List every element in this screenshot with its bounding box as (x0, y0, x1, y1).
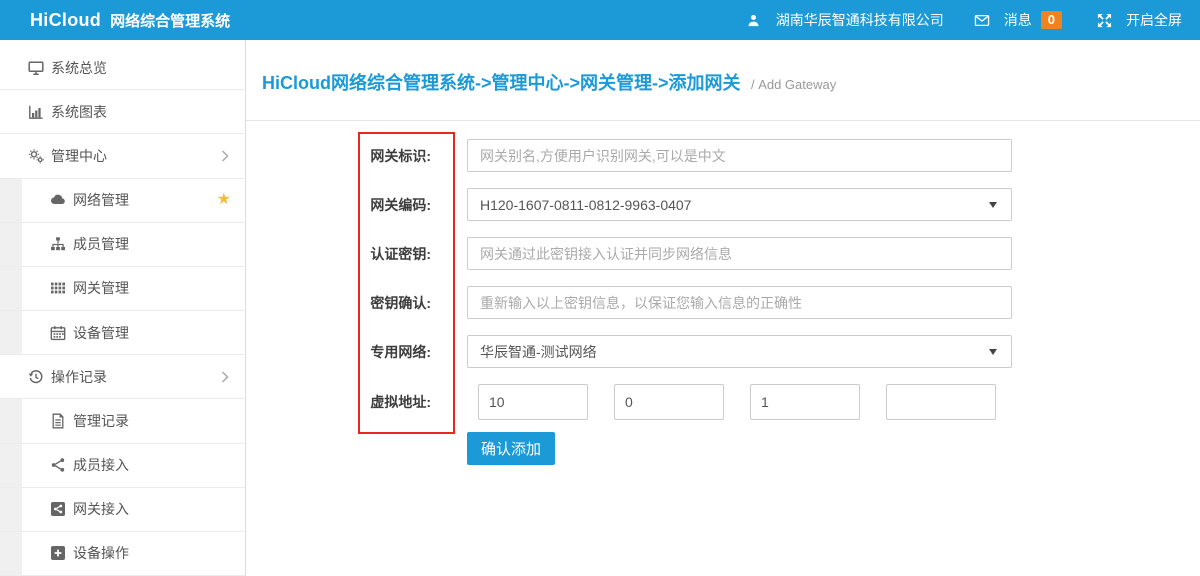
share-icon (50, 457, 66, 473)
private-network-select[interactable]: 华辰智通-测试网络 (467, 335, 1012, 368)
sidebar-item-operation-log[interactable]: 操作记录 (0, 355, 245, 399)
key-confirm-label: 密钥确认: (246, 293, 467, 313)
sidebar-item-system-charts[interactable]: 系统图表 (0, 90, 245, 134)
desktop-icon (28, 60, 44, 76)
share-square-icon (50, 501, 66, 517)
file-icon (50, 413, 66, 429)
breadcrumb: HiCloud网络综合管理系统->管理中心->网关管理->添加网关 / Add … (262, 69, 836, 95)
company-menu[interactable]: 湖南华辰智通科技有限公司 (746, 10, 944, 30)
sidebar-item-admin-center[interactable]: 管理中心 (0, 134, 245, 178)
gears-icon (28, 148, 44, 164)
messages-menu[interactable]: 消息 0 (974, 10, 1062, 30)
sidebar-item-system-overview[interactable]: 系统总览 (0, 46, 245, 90)
history-icon (28, 369, 44, 385)
sidebar-item-device-mgmt[interactable]: 设备管理 (0, 311, 245, 355)
sidebar-item-device-operation[interactable]: 设备操作 (0, 532, 245, 576)
virtual-address-label: 虚拟地址: (246, 392, 467, 412)
auth-key-field[interactable] (467, 237, 1012, 270)
bar-chart-icon (28, 104, 44, 120)
form-row: 认证密钥: (246, 237, 1200, 270)
form-row: 密钥确认: (246, 286, 1200, 319)
sidebar-item-gateway-access[interactable]: 网关接入 (0, 488, 245, 532)
gateway-name-label: 网关标识: (246, 146, 467, 166)
gateway-name-field[interactable] (467, 139, 1012, 172)
gateway-code-value: H120-1607-0811-0812-9963-0407 (480, 197, 691, 213)
form-row: 专用网络: 华辰智通-测试网络 (246, 335, 1200, 368)
grid-icon (50, 280, 66, 296)
private-network-label: 专用网络: (246, 342, 467, 362)
sidebar-item-gateway-mgmt[interactable]: 网关管理 (0, 267, 245, 311)
sidebar: 系统总览 系统图表 管理中心 (0, 40, 246, 576)
header-divider (246, 120, 1200, 121)
topbar: HiCloud 网络综合管理系统 湖南华辰智通科技有限公司 消息 0 开启全屏 (0, 0, 1200, 40)
form-row: 虚拟地址: (246, 384, 1200, 420)
calendar-icon (50, 325, 66, 341)
chevron-right-icon (221, 150, 229, 162)
company-name: 湖南华辰智通科技有限公司 (776, 10, 944, 30)
vip-octet-1[interactable] (478, 384, 588, 420)
chevron-right-icon (221, 371, 229, 383)
envelope-icon (974, 12, 990, 28)
confirm-add-button[interactable]: 确认添加 (467, 432, 555, 465)
fullscreen-label: 开启全屏 (1126, 10, 1182, 30)
brand-logo: HiCloud (30, 10, 101, 31)
messages-label: 消息 (1004, 10, 1032, 30)
vip-octet-4[interactable] (886, 384, 996, 420)
auth-key-label: 认证密钥: (246, 244, 467, 264)
vip-octet-3[interactable] (750, 384, 860, 420)
key-confirm-field[interactable] (467, 286, 1012, 319)
breadcrumb-path: HiCloud网络综合管理系统->管理中心->网关管理->添加网关 (262, 73, 741, 93)
user-icon (746, 12, 762, 28)
plus-square-icon (50, 545, 66, 561)
form-row: 网关编码: H120-1607-0811-0812-9963-0407 (246, 188, 1200, 221)
sidebar-item-admin-log[interactable]: 管理记录 (0, 399, 245, 443)
form-row: 网关标识: (246, 139, 1200, 172)
form-actions: 确认添加 (246, 432, 1200, 465)
sidebar-item-network-mgmt[interactable]: 网络管理 ★ (0, 179, 245, 223)
product-title: 网络综合管理系统 (110, 10, 230, 31)
sitemap-icon (50, 236, 66, 252)
main-content: HiCloud网络综合管理系统->管理中心->网关管理->添加网关 / Add … (246, 40, 1200, 576)
topbar-right: 湖南华辰智通科技有限公司 消息 0 开启全屏 (746, 10, 1182, 30)
gateway-code-select[interactable]: H120-1607-0811-0812-9963-0407 (467, 188, 1012, 221)
caret-down-icon (989, 202, 997, 208)
cloud-icon (50, 192, 66, 208)
vip-octet-2[interactable] (614, 384, 724, 420)
add-gateway-form: 网关标识: 网关编码: H120-1607-0811-0812-9963-040… (246, 139, 1200, 465)
private-network-value: 华辰智通-测试网络 (480, 342, 597, 362)
messages-count-badge: 0 (1041, 11, 1062, 29)
star-icon: ★ (217, 192, 231, 208)
gateway-code-label: 网关编码: (246, 195, 467, 215)
caret-down-icon (989, 349, 997, 355)
sidebar-item-member-access[interactable]: 成员接入 (0, 444, 245, 488)
expand-icon (1096, 12, 1112, 28)
sidebar-item-member-mgmt[interactable]: 成员管理 (0, 223, 245, 267)
fullscreen-button[interactable]: 开启全屏 (1096, 10, 1182, 30)
breadcrumb-suffix: / Add Gateway (751, 77, 836, 92)
